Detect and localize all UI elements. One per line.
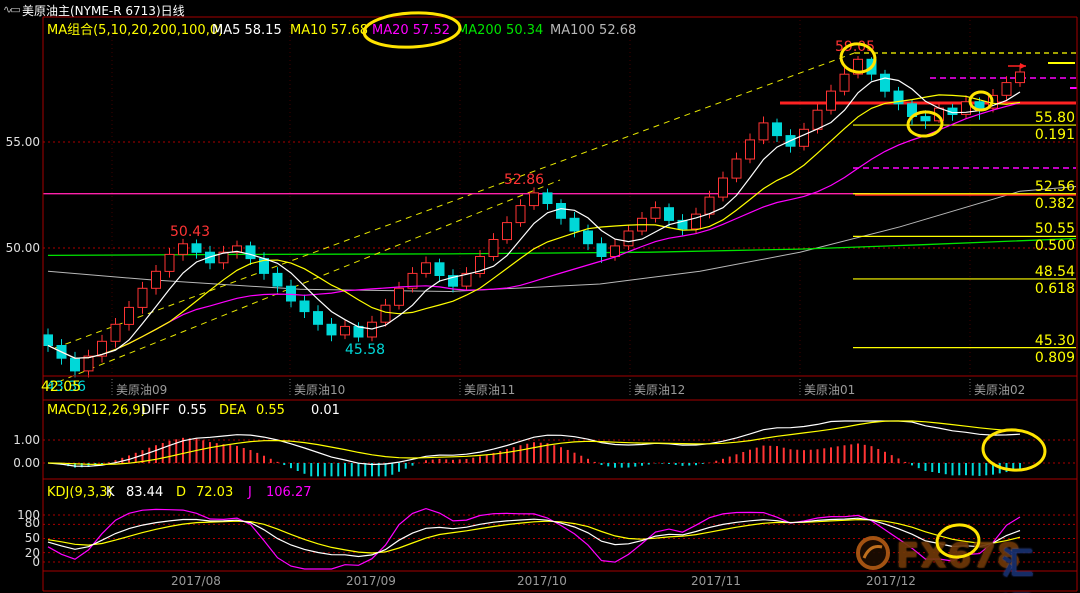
macd-axis-1.00: 1.00 [2,433,40,447]
watermark-site-text: 汇通网 [1002,538,1033,593]
fib-ratio-0.191: 0.191 [1015,127,1075,143]
macd-dea-value: 0.55 [256,404,285,418]
kdj-k-value: 83.44 [126,486,163,500]
ma10-value: MA10 57.68 [290,24,368,38]
fib-price-50.55: 50.55 [1015,221,1075,237]
swing-high-5286: 52.86 [504,172,544,188]
swing-low-4558: 45.58 [345,342,385,358]
macd-bar-value: 0.01 [311,404,340,418]
fib-ratio-0.618: 0.618 [1015,281,1075,297]
time-label-4: 2017/12 [866,574,916,588]
fib-ratio-0.382: 0.382 [1015,196,1075,212]
swing-high-5043: 50.43 [170,224,210,240]
ma20-value: MA20 57.52 [372,24,450,38]
swing-high-5905: 59.05 [835,39,875,55]
fib-price-48.54: 48.54 [1015,264,1075,280]
fib-ratio-0.809: 0.809 [1015,350,1075,366]
ma200-value: MA200 50.34 [457,24,543,38]
kdj-params-label: KDJ(9,3,3) [47,486,113,500]
fib-price-52.56: 52.56 [1015,179,1075,195]
kdj-axis-80: 80 [2,516,40,530]
fib-price-55.80: 55.80 [1015,110,1075,126]
fib-ratio-0.500: 0.500 [1015,238,1075,254]
chart-canvas[interactable] [0,0,1080,593]
contract-label-1: 美原油10 [294,381,345,398]
kdj-d-label: D [176,486,186,500]
contract-label-4: 美原油01 [804,381,855,398]
contract-label-0: 美原油09 [116,381,167,398]
macd-params-label: MACD(12,26,9) [47,404,146,418]
kdj-axis-0: 0 [2,555,40,569]
macd-dea-label: DEA [219,404,246,418]
contract-label-5: 美原油02 [974,381,1025,398]
kdj-d-value: 72.03 [196,486,233,500]
fx678-logo-icon [854,534,892,572]
trading-chart-window: ∿▭ 美原油主(NYME-R 6713)日线 MA组合(5,10,20,200,… [0,0,1080,593]
kdj-j-value: 106.27 [266,486,312,500]
ma100-value: MA100 52.68 [550,24,636,38]
time-label-2: 2017/10 [517,574,567,588]
macd-axis-0.00: 0.00 [2,456,40,470]
contract-label-3: 美原油12 [634,381,685,398]
price-axis-55: 55.00 [2,135,40,149]
instrument-title: 美原油主(NYME-R 6713)日线 [22,2,185,19]
contract-label-2: 美原油11 [464,381,515,398]
corner-low-yellow: 42.05 [41,379,81,395]
macd-diff-value: 0.55 [178,404,207,418]
time-label-3: 2017/11 [691,574,741,588]
time-label-0: 2017/08 [171,574,221,588]
price-axis-50: 50.00 [2,241,40,255]
time-label-1: 2017/09 [346,574,396,588]
macd-diff-label: DIFF [141,404,170,418]
fib-price-45.30: 45.30 [1015,333,1075,349]
chart-window-icon: ∿▭ [3,3,19,16]
ma5-value: MA5 58.15 [212,24,282,38]
kdj-axis-50: 50 [2,531,40,545]
ma-combo-label: MA组合(5,10,20,200,100,0) [47,24,223,38]
kdj-k-label: K [106,486,115,500]
title-bar: ∿▭ 美原油主(NYME-R 6713)日线 [0,0,1080,17]
kdj-j-label: J [248,486,252,500]
